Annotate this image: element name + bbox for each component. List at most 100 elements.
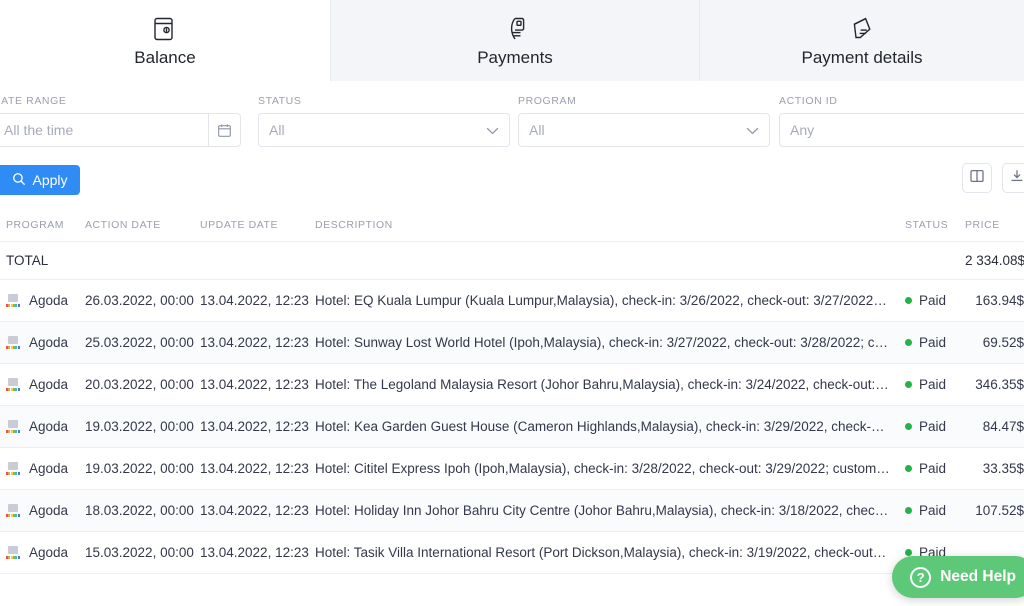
status-dot	[905, 507, 912, 514]
row-description: Hotel: Cititel Express Ipoh (Ipoh,Malays…	[315, 461, 890, 476]
tab-payments[interactable]: Payments	[330, 0, 700, 81]
date-range-value: All the time	[4, 122, 74, 138]
row-description: Hotel: Holiday Inn Johor Bahru City Cent…	[315, 503, 890, 518]
status-dot	[905, 423, 912, 430]
row-status: Paid	[919, 335, 947, 350]
row-program: Agoda	[29, 503, 69, 518]
calendar-icon[interactable]	[208, 114, 240, 146]
table-header-row: PROGRAM ACTION DATE UPDATE DATE DESCRIPT…	[0, 211, 1024, 242]
columns-icon	[969, 168, 985, 189]
status-dot	[905, 297, 912, 304]
row-update-date: 13.04.2022, 12:23	[200, 363, 315, 406]
row-price: 69.52$	[982, 335, 1024, 350]
filter-date-range: DATE RANGE All the time	[0, 95, 241, 147]
row-program: Agoda	[29, 377, 69, 392]
row-update-date: 13.04.2022, 12:23	[200, 405, 315, 448]
column-price[interactable]: PRICE	[965, 211, 1024, 242]
payments-page: Balance Payments Payment details DATE RA…	[0, 0, 1024, 606]
row-action-date: 26.03.2022, 00:00	[85, 279, 200, 322]
table-row[interactable]: Agoda 19.03.2022, 00:00 13.04.2022, 12:23 H…	[0, 447, 1024, 490]
row-description: Hotel: Tasik Villa International Resort …	[315, 545, 890, 560]
question-circle-icon: ?	[910, 566, 932, 588]
agoda-logo-icon	[6, 419, 21, 434]
payments-table: PROGRAM ACTION DATE UPDATE DATE DESCRIPT…	[0, 211, 1024, 574]
filter-date-range-label: DATE RANGE	[0, 95, 67, 107]
row-action-date: 20.03.2022, 00:00	[85, 363, 200, 406]
download-button[interactable]	[1002, 163, 1024, 193]
tab-payments-label: Payments	[477, 48, 553, 67]
row-action-date: 19.03.2022, 00:00	[85, 447, 200, 490]
filter-action-id: ACTION ID Any	[779, 95, 1024, 147]
tab-payment-details[interactable]: Payment details	[700, 0, 1024, 81]
table-row[interactable]: Agoda 25.03.2022, 00:00 13.04.2022, 12:23 H…	[0, 321, 1024, 364]
column-action-date[interactable]: ACTION DATE	[85, 211, 200, 242]
status-dot	[905, 465, 912, 472]
row-program: Agoda	[29, 461, 69, 476]
column-update-date[interactable]: UPDATE DATE	[200, 211, 315, 242]
filter-program: PROGRAM All	[518, 95, 770, 147]
total-label: TOTAL	[0, 241, 85, 280]
tab-balance[interactable]: Balance	[0, 0, 330, 81]
row-price: 346.35$	[975, 377, 1024, 392]
filter-status: STATUS All	[258, 95, 510, 147]
table-row[interactable]: Agoda 15.03.2022, 00:00 13.04.2022, 12:23 H…	[0, 531, 1024, 574]
date-range-input[interactable]: All the time	[0, 113, 241, 147]
apply-button[interactable]: Apply	[0, 165, 80, 195]
table-row[interactable]: Agoda 18.03.2022, 00:00 13.04.2022, 12:23 H…	[0, 489, 1024, 532]
row-action-date: 25.03.2022, 00:00	[85, 321, 200, 364]
table-row[interactable]: Agoda 19.03.2022, 00:00 13.04.2022, 12:23 H…	[0, 405, 1024, 448]
payments-icon	[502, 13, 528, 43]
columns-button[interactable]	[962, 163, 992, 193]
row-action-date: 19.03.2022, 00:00	[85, 405, 200, 448]
row-update-date: 13.04.2022, 12:23	[200, 321, 315, 364]
actions-bar: Apply	[0, 159, 1024, 211]
row-price: 107.52$	[975, 503, 1024, 518]
agoda-logo-icon	[6, 293, 21, 308]
payment-details-icon	[848, 13, 876, 43]
row-description: Hotel: EQ Kuala Lumpur (Kuala Lumpur,Mal…	[315, 293, 890, 308]
tab-balance-label: Balance	[134, 48, 196, 67]
row-action-date: 18.03.2022, 00:00	[85, 489, 200, 532]
column-description[interactable]: DESCRIPTION	[315, 211, 905, 242]
column-status[interactable]: STATUS	[905, 211, 965, 242]
apply-button-label: Apply	[32, 172, 68, 188]
row-update-date: 13.04.2022, 12:23	[200, 279, 315, 322]
main-tabs: Balance Payments Payment details	[0, 0, 1024, 81]
row-action-date: 15.03.2022, 00:00	[85, 531, 200, 574]
status-select[interactable]: All	[258, 113, 510, 147]
row-status: Paid	[919, 293, 947, 308]
agoda-logo-icon	[6, 461, 21, 476]
table-header: PROGRAM ACTION DATE UPDATE DATE DESCRIPT…	[0, 211, 1024, 242]
status-dot	[905, 339, 912, 346]
row-price: 84.47$	[982, 419, 1024, 434]
need-help-widget[interactable]: ? Need Help	[892, 556, 1024, 598]
program-select[interactable]: All	[518, 113, 770, 147]
row-update-date: 13.04.2022, 12:23	[200, 447, 315, 490]
row-price: 163.94$	[975, 293, 1024, 308]
row-status: Paid	[919, 377, 947, 392]
action-id-input[interactable]: Any	[779, 113, 1024, 147]
chevron-down-icon[interactable]	[746, 122, 759, 138]
row-description: Hotel: Sunway Lost World Hotel (Ipoh,Mal…	[315, 335, 890, 350]
status-dot	[905, 381, 912, 388]
column-program[interactable]: PROGRAM	[0, 211, 85, 242]
table-row[interactable]: Agoda 20.03.2022, 00:00 13.04.2022, 12:23 H…	[0, 363, 1024, 406]
status-dot	[905, 549, 912, 556]
filters-bar: DATE RANGE All the time STATUS All PROGR…	[0, 81, 1024, 159]
row-status: Paid	[919, 419, 947, 434]
download-icon	[1009, 168, 1024, 189]
table-total-row: TOTAL 2 334.08$	[0, 241, 1024, 280]
chevron-down-icon[interactable]	[486, 122, 499, 138]
table-row[interactable]: Agoda 26.03.2022, 00:00 13.04.2022, 12:23 H…	[0, 279, 1024, 322]
program-value: All	[529, 122, 545, 138]
row-program: Agoda	[29, 545, 69, 560]
row-program: Agoda	[29, 419, 69, 434]
row-price: 33.35$	[982, 461, 1024, 476]
agoda-logo-icon	[6, 503, 21, 518]
row-update-date: 13.04.2022, 12:23	[200, 489, 315, 532]
agoda-logo-icon	[6, 335, 21, 350]
total-value: 2 334.08$	[965, 241, 1024, 280]
row-status: Paid	[919, 461, 947, 476]
row-program: Agoda	[29, 335, 69, 350]
filter-action-id-label: ACTION ID	[779, 95, 838, 107]
